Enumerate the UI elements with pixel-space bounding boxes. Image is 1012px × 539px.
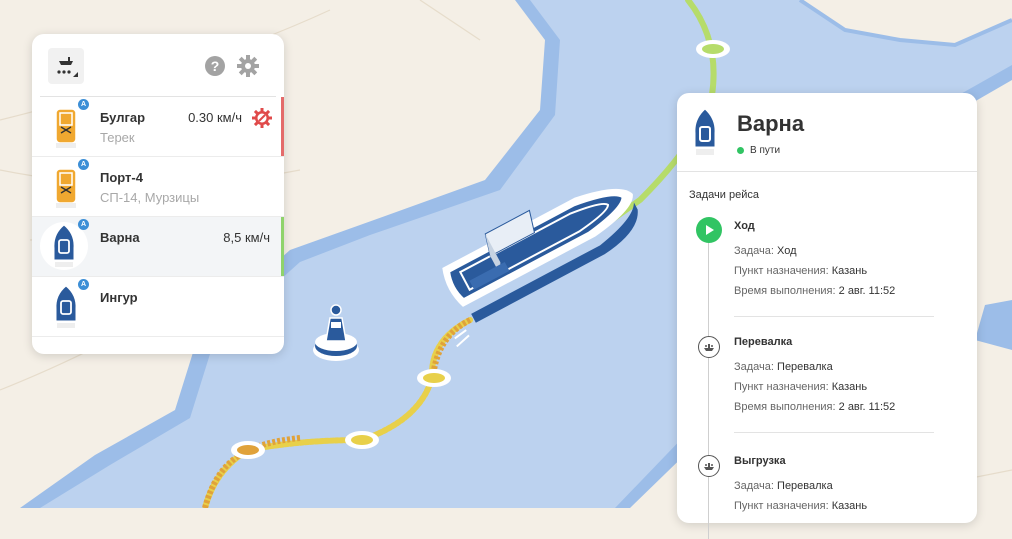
vessel-detail-title: Варна [737,111,805,136]
status-dot [737,147,744,154]
auto-badge: A [78,99,89,110]
task-detail-label: Время выполнения: [734,285,836,297]
vessel-status: В пути [737,145,780,156]
vessel-detail-panel: Варна В пути Задачи рейса Ход Задача: Ход… [677,93,977,539]
vessel-status-label: В пути [750,145,781,156]
task-detail-label: Пункт назначения: [734,381,829,393]
task-name: Выгрузка [734,455,786,467]
task-name: Ход [734,220,755,232]
task-detail-label: Пункт назначения: [734,500,829,512]
vessel-name: Варна [100,230,140,245]
vessel-name: Порт-4 [100,170,143,185]
help-icon[interactable]: ? [203,54,227,78]
task-detail-line: Задача: Перевалка [734,361,833,373]
task-detail-value: Казань [831,500,868,512]
vessel-list-item[interactable]: A Ингур [32,277,284,337]
gear-icon[interactable] [236,54,260,78]
play-icon [696,217,722,243]
vessel-status-stripe [281,217,284,276]
vessel-detail-header: Варна В пути [677,93,977,172]
task-detail-label: Задача: [734,480,774,492]
task-detail-value: 2 авг. 11:52 [838,285,896,297]
task-detail-line: Пункт назначения: Казань [734,381,867,393]
auto-badge: A [78,279,89,290]
auto-badge: A [78,159,89,170]
vessel-list-item[interactable]: A Варна 8,5 км/ч [32,217,284,277]
task-detail-value: Казань [831,381,868,393]
task-detail-line: Задача: Перевалка [734,480,833,492]
maintenance-alert-icon[interactable] [252,108,272,133]
vessel-location: Терек [100,130,135,145]
task-detail-line: Пункт назначения: Казань [734,500,867,512]
vessel-speed: 0.30 км/ч [188,110,242,125]
task-name: Перевалка [734,336,793,348]
vessel-detail-boat-icon [691,107,719,164]
task-timeline [708,239,709,539]
vessel-speed: 8,5 км/ч [223,230,270,245]
vessel-thumbnail-icon [44,163,88,211]
task-divider [734,316,934,317]
vessel-name: Ингур [100,290,138,305]
trip-tasks-title: Задачи рейса [689,189,759,201]
vessel-location: СП-14, Мурзицы [100,190,200,205]
vessel-thumbnail-icon [44,103,88,151]
vessel-thumbnail-icon [44,283,88,331]
task-detail-line: Время выполнения: 2 авг. 11:52 [734,401,895,413]
task-divider [734,432,934,433]
vessel-list-panel: ? A Булгар Терек 0.30 км/ч A Порт-4 СП-14, Мур… [32,34,284,354]
vessel-status-stripe [281,97,284,156]
svg-text:?: ? [211,58,220,74]
task-detail-value: 2 авг. 11:52 [838,401,896,413]
vessel-list-item[interactable]: A Порт-4 СП-14, Мурзицы [32,157,284,217]
vessel-list-item[interactable]: A Булгар Терек 0.30 км/ч [32,97,284,157]
task-detail-label: Пункт назначения: [734,265,829,277]
task-detail-value: Перевалка [777,480,833,492]
task-detail-line: Пункт назначения: Казань [734,265,867,277]
cargo-icon [698,336,720,358]
vessel-layers-icon[interactable] [48,48,84,84]
vessel-list-toolbar: ? [40,34,276,97]
task-detail-value: Ход [777,245,797,257]
task-detail-line: Время выполнения: 2 авг. 11:52 [734,285,895,297]
task-detail-value: Казань [831,265,868,277]
task-detail-label: Задача: [734,361,774,373]
cargo-icon [698,455,720,477]
task-detail-label: Время выполнения: [734,401,836,413]
task-detail-label: Задача: [734,245,774,257]
task-detail-line: Задача: Ход [734,245,797,257]
auto-badge: A [78,219,89,230]
task-detail-value: Перевалка [777,361,833,373]
vessel-name: Булгар [100,110,146,125]
